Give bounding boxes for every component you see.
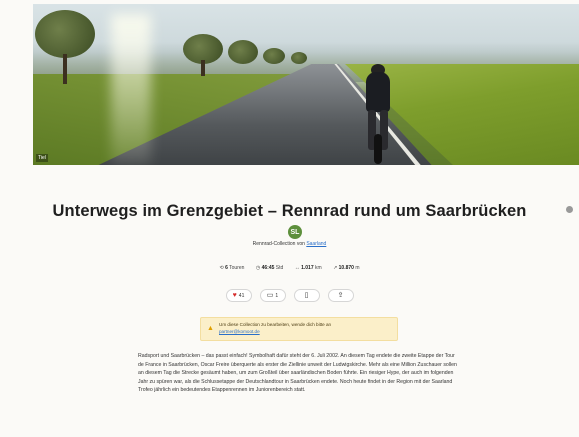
hero-tree [291, 52, 307, 64]
cyclist-figure [358, 64, 398, 164]
cyclist-body [366, 72, 390, 112]
duration-value: 46:45 [261, 265, 275, 271]
comment-button[interactable]: ▭ 1 [259, 289, 286, 302]
hero-tree [263, 48, 285, 64]
collection-description: Radsport und Saarbrücken – das passt ein… [138, 353, 457, 394]
like-button[interactable]: ♥ 41 [225, 289, 252, 302]
stat-tours: ⟲ 6 Touren [219, 265, 245, 271]
stat-elevation: ↗ 10.870 m [333, 265, 359, 271]
distance-unit: km [315, 265, 322, 271]
page-title: Unterwegs im Grenzgebiet – Rennrad rund … [52, 202, 527, 220]
stat-duration: ◷ 46:45 Std [256, 265, 285, 271]
more-options-icon[interactable] [566, 206, 573, 213]
bike-wheel [374, 134, 382, 164]
duration-unit: Std [275, 265, 284, 271]
hero-sunlight [111, 14, 151, 165]
notice-text: Um diese Collection zu bearbeiten, wende… [219, 322, 332, 327]
share-icon: ⇪ [337, 292, 344, 299]
comment-count: 1 [275, 292, 279, 299]
elevation-unit: m [355, 265, 360, 271]
collection-stats: ⟲ 6 Touren ◷ 46:45 Std ↔ 1.017 km ↗ 10.8… [0, 265, 579, 271]
heart-icon: ♥ [232, 292, 237, 299]
avatar[interactable]: SL [288, 225, 302, 239]
hero-tree [35, 10, 95, 58]
stat-distance: ↔ 1.017 km [295, 265, 323, 271]
byline: Rennrad-Collection von Saarland [0, 241, 579, 247]
author-link[interactable]: Saarland [306, 241, 326, 247]
hero-tree-trunk [63, 54, 67, 84]
byline-prefix: Rennrad-Collection von [252, 241, 305, 247]
avatar-initials: SL [290, 228, 300, 236]
photo-credit: Tiel [36, 154, 48, 162]
action-bar: ♥ 41 ▭ 1 ▯ ⇪ [0, 289, 579, 302]
warning-icon: ▲ [207, 325, 214, 332]
hero-image: Tiel [33, 4, 579, 165]
notice-email-link[interactable]: partner@komoot.de [219, 329, 260, 334]
edit-notice: ▲ Um diese Collection zu bearbeiten, wen… [200, 317, 398, 341]
route-icon: ⟲ [219, 265, 224, 271]
tours-value: 6 [225, 265, 228, 271]
elevation-icon: ↗ [333, 265, 338, 271]
distance-icon: ↔ [294, 265, 300, 271]
clock-icon: ◷ [255, 265, 261, 271]
bookmark-button[interactable]: ▯ [293, 289, 320, 302]
like-count: 41 [238, 292, 245, 299]
distance-value: 1.017 [301, 265, 314, 271]
tours-label: Touren [229, 265, 245, 271]
share-button[interactable]: ⇪ [327, 289, 354, 302]
bookmark-icon: ▯ [304, 292, 309, 299]
comment-icon: ▭ [266, 292, 274, 299]
hero-tree [228, 40, 258, 64]
elevation-value: 10.870 [338, 265, 354, 271]
hero-tree-trunk [201, 60, 205, 76]
